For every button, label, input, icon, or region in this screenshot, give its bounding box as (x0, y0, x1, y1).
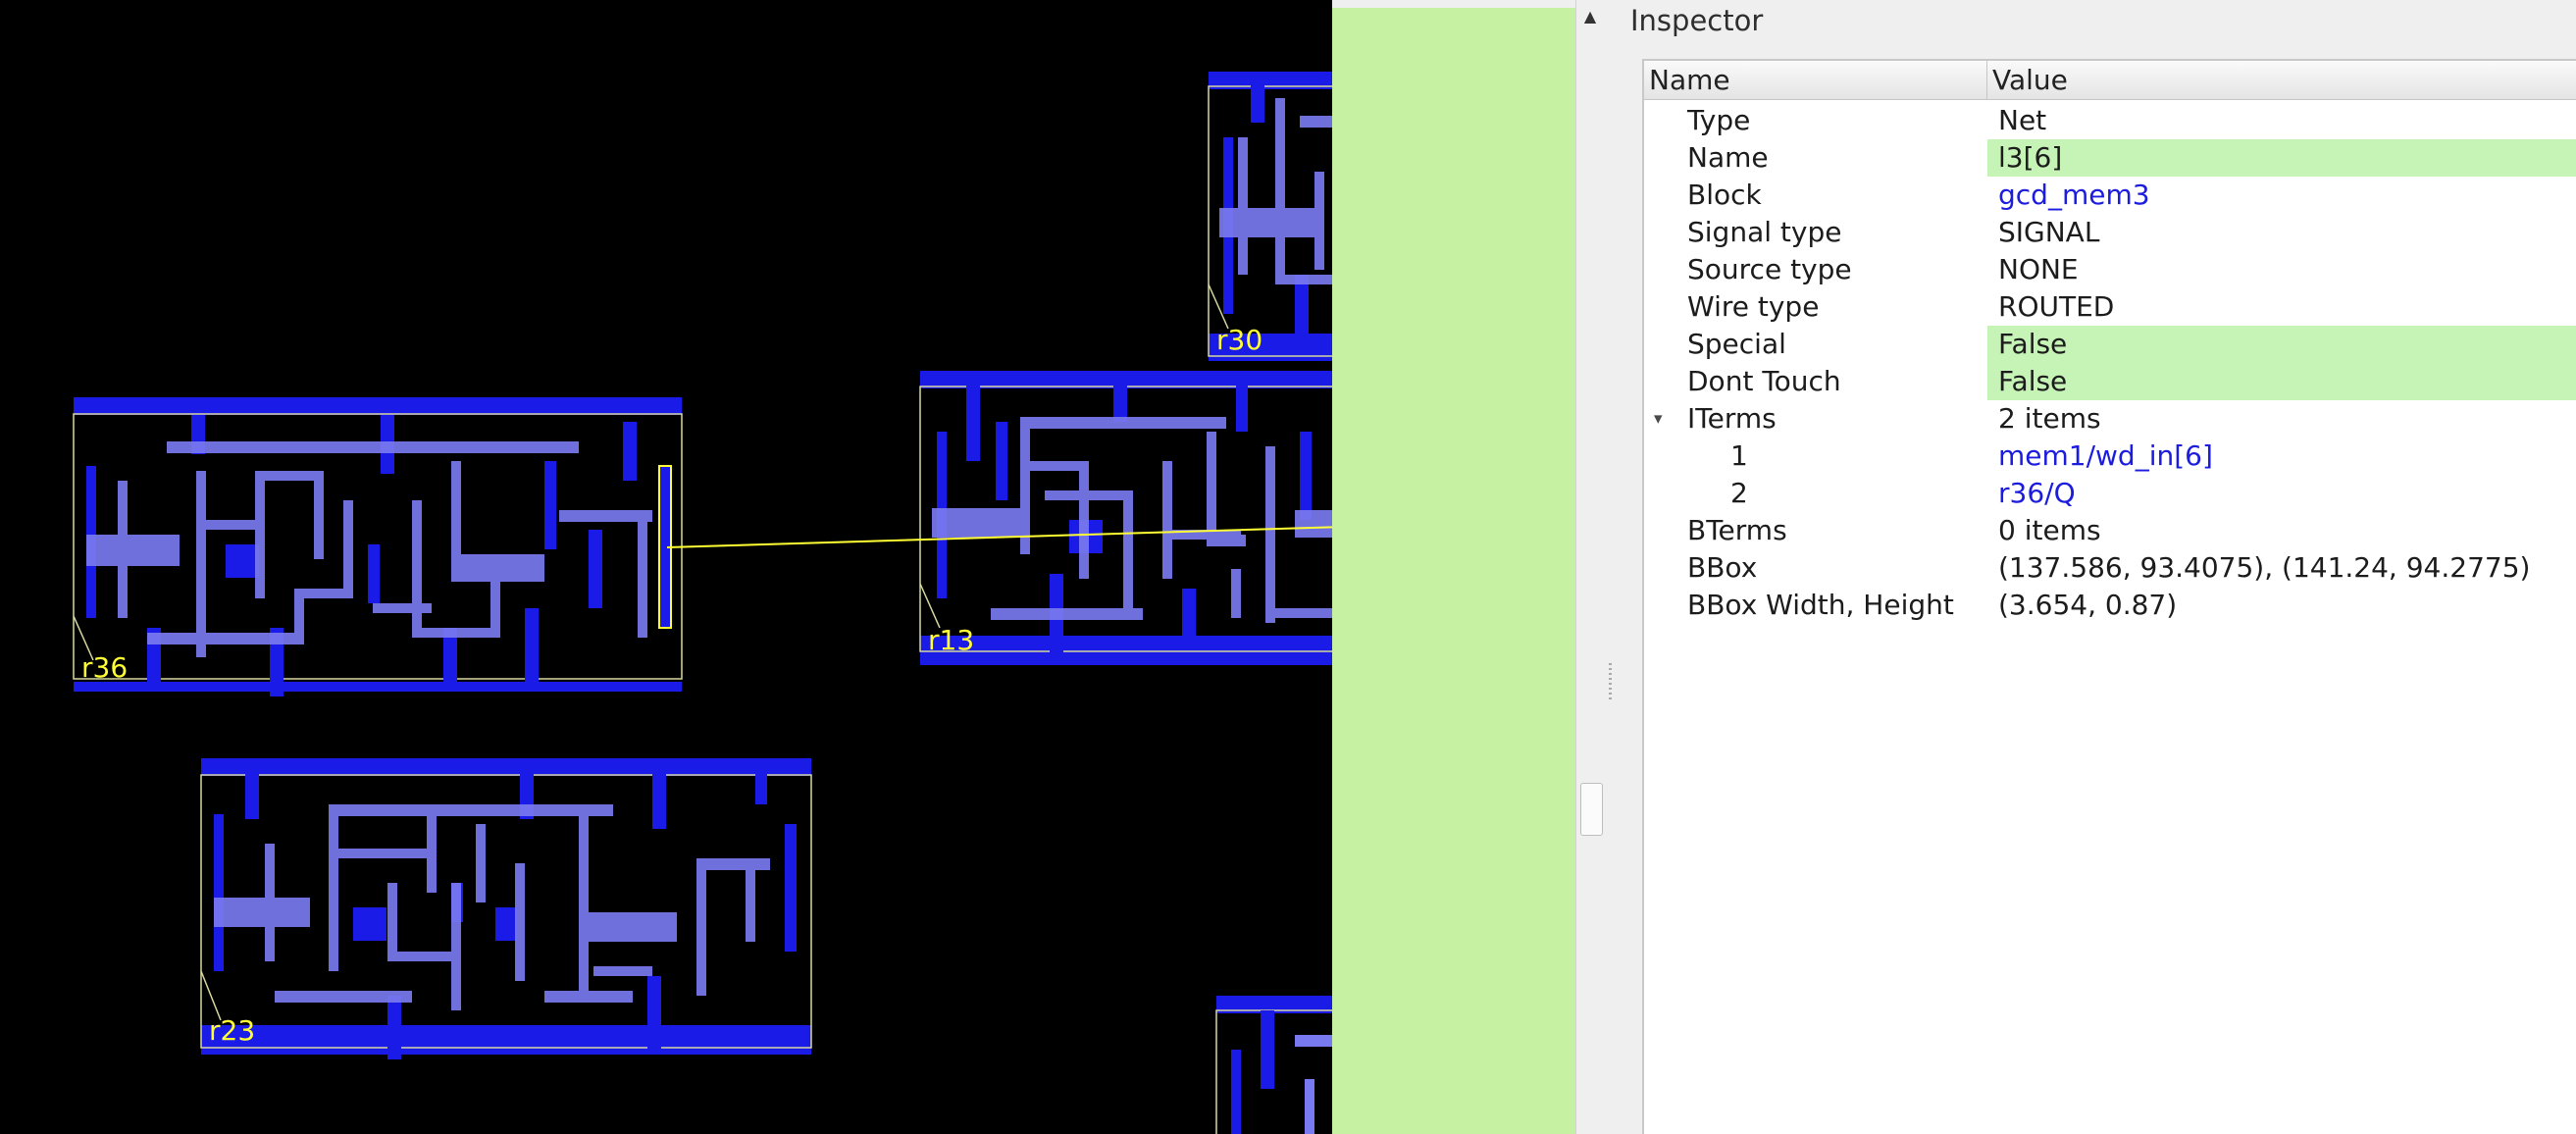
net-highlight-region (1332, 8, 1575, 1134)
property-row-name[interactable]: Name l3[6] (1644, 139, 2576, 177)
property-value: (3.654, 0.87) (1998, 589, 2178, 621)
property-name: BBox Width, Height (1687, 589, 1954, 621)
instance-partial[interactable] (1215, 996, 1332, 1134)
collapse-chevron-icon[interactable]: ▾ (1654, 400, 1663, 438)
property-row-special[interactable]: Special False (1644, 326, 2576, 363)
layout-canvas[interactable]: r36 r13 r30 r23 (0, 0, 1332, 1134)
property-row-bterms[interactable]: BTerms 0 items (1644, 512, 2576, 549)
property-row-wire-type[interactable]: Wire type ROUTED (1644, 288, 2576, 326)
property-row-iterms[interactable]: ▾ ITerms 2 items (1644, 400, 2576, 438)
property-value: (137.586, 93.4075), (141.24, 94.2775) (1998, 551, 2531, 584)
property-value[interactable]: l3[6] (1987, 139, 2576, 177)
column-header-value[interactable]: Value (1987, 61, 2576, 100)
block-link[interactable]: gcd_mem3 (1998, 177, 2150, 214)
property-name: ITerms (1687, 402, 1777, 435)
iterm-index: 2 (1730, 477, 1748, 509)
property-value: SIGNAL (1998, 216, 2100, 248)
scrollbar-thumb[interactable] (1580, 783, 1603, 836)
instance-r13[interactable]: r13 (919, 371, 1332, 665)
property-name: BTerms (1687, 514, 1787, 546)
property-name: Wire type (1687, 290, 1820, 323)
property-value[interactable]: False (1987, 363, 2576, 400)
iterm-link[interactable]: r36/Q (1998, 475, 2076, 512)
instance-r30[interactable]: r30 (1208, 72, 1332, 361)
property-row-source-type[interactable]: Source type NONE (1644, 251, 2576, 288)
property-row-bbox[interactable]: BBox (137.586, 93.4075), (141.24, 94.277… (1644, 549, 2576, 587)
instance-r36[interactable]: r36 (73, 397, 683, 696)
instance-label-r23: r23 (209, 1014, 255, 1047)
property-row-signal-type[interactable]: Signal type SIGNAL (1644, 214, 2576, 251)
property-name: Signal type (1687, 216, 1842, 248)
property-value: Net (1998, 104, 2047, 136)
instance-label-r13: r13 (928, 624, 974, 656)
instance-r23[interactable]: r23 (200, 758, 812, 1059)
iterm-row-2[interactable]: 2 r36/Q (1644, 475, 2576, 512)
property-value: 2 items (1998, 402, 2101, 435)
property-name: Name (1687, 141, 1769, 174)
property-row-type[interactable]: Type Net (1644, 102, 2576, 139)
scroll-up-icon[interactable]: ▲ (1576, 2, 1604, 31)
instance-label-r30: r30 (1216, 324, 1262, 356)
column-header-name[interactable]: Name (1644, 61, 1987, 100)
property-name: Special (1687, 328, 1786, 360)
property-row-dont-touch[interactable]: Dont Touch False (1644, 363, 2576, 400)
property-name: Block (1687, 179, 1762, 211)
property-row-block[interactable]: Block gcd_mem3 (1644, 177, 2576, 214)
panel-splitter[interactable] (1605, 0, 1617, 1134)
layout-drawing[interactable]: r36 r13 r30 r23 (0, 0, 1332, 1134)
splitter-grip-icon[interactable] (1609, 663, 1612, 702)
iterm-link[interactable]: mem1/wd_in[6] (1998, 438, 2213, 475)
property-value: ROUTED (1998, 290, 2115, 323)
inspector-tree[interactable]: Name Value Type Net Name l3[6] Block gcd… (1642, 59, 2576, 1134)
property-row-bbox-size[interactable]: BBox Width, Height (3.654, 0.87) (1644, 587, 2576, 624)
inspector-title: Inspector (1630, 4, 1764, 37)
property-value[interactable]: False (1987, 326, 2576, 363)
property-name: Source type (1687, 253, 1852, 285)
iterm-index: 1 (1730, 439, 1748, 472)
iterm-row-1[interactable]: 1 mem1/wd_in[6] (1644, 438, 2576, 475)
property-name: Dont Touch (1687, 365, 1841, 397)
property-name: Type (1687, 104, 1751, 136)
vertical-scrollbar[interactable]: ▲ (1575, 0, 1605, 1134)
property-value: 0 items (1998, 514, 2101, 546)
inspector-panel: Inspector Name Value Type Net Name l3[6]… (1617, 0, 2576, 1134)
instance-label-r36: r36 (81, 651, 128, 684)
property-value: NONE (1998, 253, 2079, 285)
property-name: BBox (1687, 551, 1758, 584)
